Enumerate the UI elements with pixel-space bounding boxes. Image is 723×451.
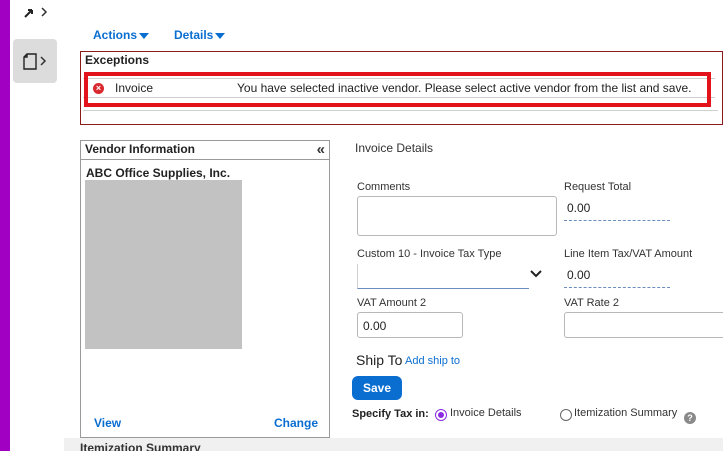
vendor-name: ABC Office Supplies, Inc. — [86, 166, 231, 180]
comments-textarea[interactable] — [357, 196, 557, 236]
caret-down-icon — [215, 32, 226, 39]
chevron-right-icon — [40, 56, 47, 66]
vendor-panel-title: Vendor Information — [85, 142, 196, 156]
caret-down-icon — [139, 32, 150, 39]
vendor-information-panel: Vendor Information « ABC Office Supplies… — [80, 140, 330, 438]
help-icon[interactable]: ? — [684, 412, 696, 424]
invoice-tax-type-select[interactable] — [357, 264, 529, 289]
line-item-tax-label: Line Item Tax/VAT Amount — [564, 248, 693, 260]
specify-tax-label: Specify Tax in: — [352, 408, 429, 420]
vendor-image-placeholder — [85, 180, 242, 349]
radio-invoice-details[interactable] — [435, 409, 447, 421]
rail-expand-button[interactable] — [13, 0, 57, 34]
expand-arrows-icon — [24, 9, 33, 18]
radio-invoice-details-label[interactable]: Invoice Details — [450, 407, 522, 419]
details-menu[interactable]: Details — [174, 28, 226, 42]
change-vendor-link[interactable]: Change — [274, 416, 318, 430]
details-menu-label: Details — [174, 28, 214, 42]
add-ship-to-link[interactable]: Add ship to — [405, 355, 460, 367]
vendor-panel-header: Vendor Information « — [81, 141, 329, 160]
line-item-tax-value: 0.00 — [564, 263, 670, 288]
invoice-tax-type-label: Custom 10 - Invoice Tax Type — [357, 248, 502, 260]
exception-divider — [83, 110, 718, 111]
ship-to-label: Ship To — [356, 352, 403, 368]
vat-rate-2-label: VAT Rate 2 — [564, 297, 620, 309]
invoice-details-title: Invoice Details — [355, 141, 434, 155]
vat-amount-2-label: VAT Amount 2 — [357, 297, 427, 309]
actions-menu-label: Actions — [93, 28, 138, 42]
collapse-left-icon[interactable]: « — [317, 141, 325, 158]
vat-amount-2-input[interactable]: 0.00 — [357, 312, 463, 338]
itemization-summary-title: Itemization Summary — [80, 441, 201, 451]
request-total-value: 0.00 — [564, 196, 670, 221]
chevron-down-icon[interactable] — [530, 269, 542, 279]
side-rail — [10, 0, 64, 451]
rail-document-button[interactable] — [13, 39, 57, 83]
save-button[interactable]: Save — [352, 376, 402, 400]
chevron-right-icon — [41, 7, 48, 17]
request-total-label: Request Total — [564, 181, 632, 193]
exceptions-panel: Exceptions × Invoice You have selected i… — [80, 51, 723, 125]
document-icon — [23, 52, 37, 70]
main-content: Actions Details Exceptions × Invoice You… — [64, 0, 723, 451]
app-brand-bar — [0, 0, 10, 451]
exceptions-title: Exceptions — [85, 53, 150, 67]
vat-rate-2-input[interactable] — [564, 312, 723, 338]
view-vendor-link[interactable]: View — [94, 416, 121, 430]
radio-itemization-summary-label[interactable]: Itemization Summary — [574, 407, 677, 419]
radio-itemization-summary[interactable] — [560, 409, 572, 421]
highlight-annotation-box — [84, 72, 711, 107]
comments-label: Comments — [357, 181, 411, 193]
actions-menu[interactable]: Actions — [93, 28, 150, 42]
